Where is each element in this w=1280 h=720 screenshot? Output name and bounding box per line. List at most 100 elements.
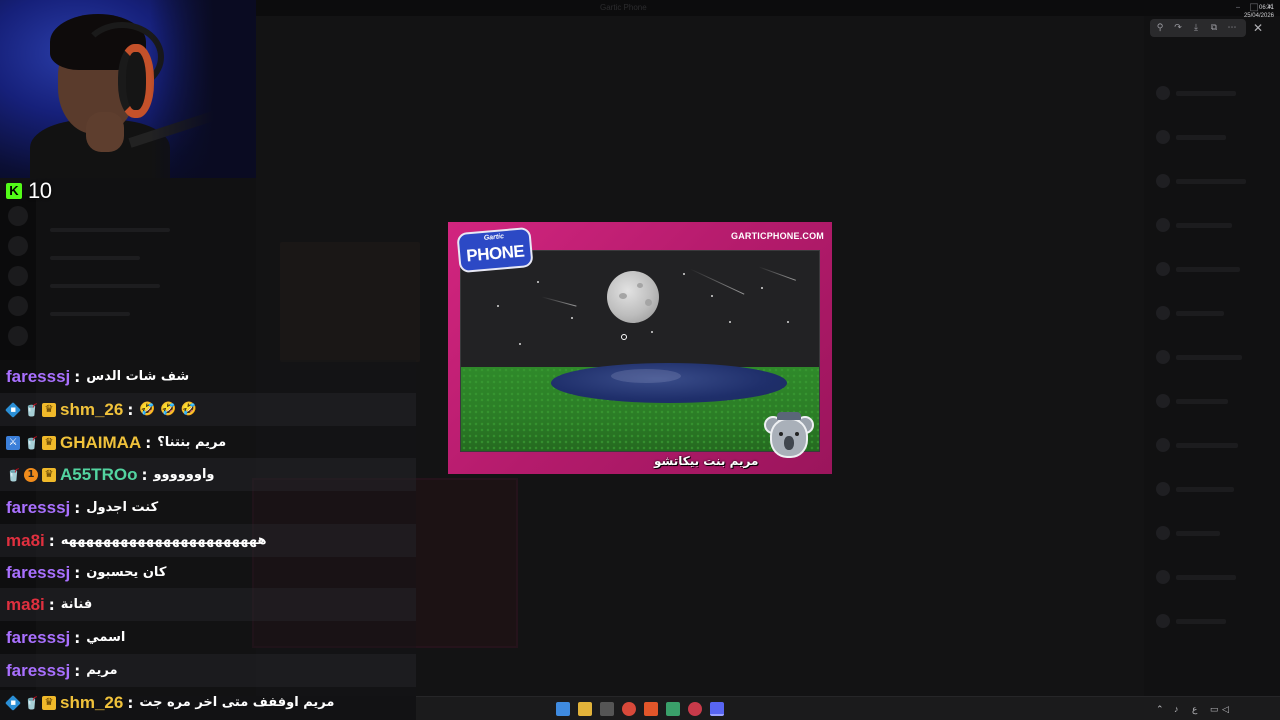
chat-message-text: كان يحسبون <box>86 565 167 580</box>
crown-badge-icon: ♛ <box>42 435 56 450</box>
server-icon[interactable] <box>8 326 28 346</box>
chat-message-text: هههههههههههههههههههههههه <box>60 533 267 548</box>
gartic-logo: Gartic PHONE <box>456 226 534 274</box>
cup-badge-icon: 🥤 <box>24 402 39 417</box>
chat-message: ◆ 🥤 ♛ shm_26: 🤣 🤣 🤣 <box>0 393 416 426</box>
cup-badge-icon: 🥤 <box>24 435 39 450</box>
member-row[interactable] <box>1156 86 1266 102</box>
chat-username[interactable]: ma8i <box>6 531 45 551</box>
taskbar: ⌃ ♪ ع ▭ ◁ <box>416 696 1280 720</box>
more-icon[interactable]: ⋯ <box>1226 22 1238 34</box>
chat-message-text: كنت اجدول <box>86 500 159 515</box>
file-explorer-icon[interactable] <box>578 702 592 716</box>
window-title: Gartic Phone <box>600 3 647 12</box>
dim-image-card <box>280 242 420 362</box>
channel-item[interactable] <box>50 228 170 232</box>
clock[interactable]: 06:41 25/04/2026 <box>1238 0 1274 24</box>
chat-username[interactable]: faresssj <box>6 367 70 387</box>
server-icon[interactable] <box>8 266 28 286</box>
gift-badge-icon: 1 <box>24 467 38 482</box>
member-row[interactable] <box>1156 262 1266 278</box>
keyboard-language[interactable]: ع <box>1192 702 1197 716</box>
chat-message-text: مريم بنتنا؟ <box>157 435 227 450</box>
member-row[interactable] <box>1156 570 1266 586</box>
chat-separator: : <box>48 531 55 550</box>
server-icon[interactable] <box>8 296 28 316</box>
chat-message: ◆ 🥤 ♛ shm_26: مريم اوففف متى اخر مره جت <box>0 686 416 719</box>
zoom-icon[interactable]: ⚲ <box>1154 22 1166 34</box>
chat-username[interactable]: A55TROo <box>60 465 137 485</box>
chat-username[interactable]: shm_26 <box>60 693 123 713</box>
cup-badge-icon: 🥤 <box>6 467 21 482</box>
app-icon[interactable] <box>666 702 680 716</box>
chat-username[interactable]: faresssj <box>6 563 70 583</box>
koala-mascot-icon <box>764 412 814 464</box>
chat-message: ma8i: هههههههههههههههههههههههه <box>0 524 416 557</box>
chat-username[interactable]: faresssj <box>6 498 70 518</box>
cup-badge-icon: 🥤 <box>24 695 39 710</box>
member-row[interactable] <box>1156 306 1266 322</box>
chrome-icon[interactable] <box>622 702 636 716</box>
chat-message: faresssj: كان يحسبون <box>0 556 416 589</box>
chat-username[interactable]: shm_26 <box>60 400 123 420</box>
store-icon[interactable] <box>600 702 614 716</box>
member-row[interactable] <box>1156 218 1266 234</box>
member-row[interactable] <box>1156 438 1266 454</box>
member-row[interactable] <box>1156 174 1266 190</box>
chat-username[interactable]: faresssj <box>6 628 70 648</box>
chat-separator: : <box>74 367 81 386</box>
crown-badge-icon: ♛ <box>42 402 56 417</box>
external-link-icon[interactable]: ⧉ <box>1208 22 1220 34</box>
channel-item[interactable] <box>50 312 130 316</box>
channel-item[interactable] <box>50 284 160 288</box>
chat-message-text: شف شات الدس <box>86 369 190 384</box>
chat-message: 🥤 1 ♛ A55TROo: واوووووو <box>0 458 416 491</box>
windows-start-icon[interactable] <box>556 702 570 716</box>
mic-icon[interactable]: ♪ <box>1174 702 1179 716</box>
member-row[interactable] <box>1156 350 1266 366</box>
vip-badge-icon: ⚔ <box>6 435 20 450</box>
viewer-count: 10 <box>28 178 52 203</box>
member-row[interactable] <box>1156 614 1266 630</box>
chat-message: faresssj: كنت اجدول <box>0 491 416 524</box>
chat-separator: : <box>141 465 148 484</box>
member-row[interactable] <box>1156 394 1266 410</box>
download-icon[interactable]: ⤓ <box>1190 22 1202 34</box>
server-icon[interactable] <box>8 206 28 226</box>
chat-message: faresssj: مريم <box>0 654 416 687</box>
crown-badge-icon: ♛ <box>42 467 56 482</box>
chat-separator: : <box>74 563 81 582</box>
chat-username[interactable]: faresssj <box>6 661 70 681</box>
chat-username[interactable]: GHAIMAA <box>60 433 141 453</box>
chat-separator: : <box>127 400 134 419</box>
chat-separator: : <box>74 498 81 517</box>
member-row[interactable] <box>1156 526 1266 542</box>
crown-badge-icon: ♛ <box>42 695 56 710</box>
clock-date: 25/04/2026 <box>1243 13 1274 19</box>
channel-item[interactable] <box>50 256 140 260</box>
chat-message-text: فنانة <box>60 597 93 612</box>
chat-message-text: مريم <box>86 663 118 678</box>
network-icon[interactable]: ▭ <box>1210 702 1219 716</box>
member-row[interactable] <box>1156 130 1266 146</box>
subscriber-badge-icon: ◆ <box>5 401 21 418</box>
server-icon[interactable] <box>8 236 28 256</box>
chat-separator: : <box>74 628 81 647</box>
chat-separator: : <box>145 433 152 452</box>
chat-overlay: faresssj: شف شات الدس ◆ 🥤 ♛ shm_26: 🤣 🤣 🤣 ⚔ 🥤 ♛ GH… <box>0 360 416 720</box>
brave-icon[interactable] <box>644 702 658 716</box>
chevron-up-icon[interactable]: ⌃ <box>1156 702 1164 716</box>
app-icon[interactable] <box>688 702 702 716</box>
member-row[interactable] <box>1156 482 1266 498</box>
chat-message: ma8i: فنانة <box>0 588 416 621</box>
chat-message-text: 🤣 🤣 🤣 <box>139 402 197 417</box>
discord-icon[interactable] <box>710 702 724 716</box>
rotate-icon[interactable]: ↷ <box>1172 22 1184 34</box>
chat-message: ⚔ 🥤 ♛ GHAIMAA: مريم بنتنا؟ <box>0 426 416 459</box>
volume-icon[interactable]: ◁ <box>1222 702 1229 716</box>
gartic-phone-image[interactable]: Gartic PHONE GARTICPHONE.COM مريم بنت بي… <box>448 222 832 474</box>
chat-username[interactable]: ma8i <box>6 595 45 615</box>
subscriber-badge-icon: ◆ <box>5 694 21 711</box>
cursor-icon <box>621 334 627 340</box>
webcam-feed <box>0 0 256 178</box>
